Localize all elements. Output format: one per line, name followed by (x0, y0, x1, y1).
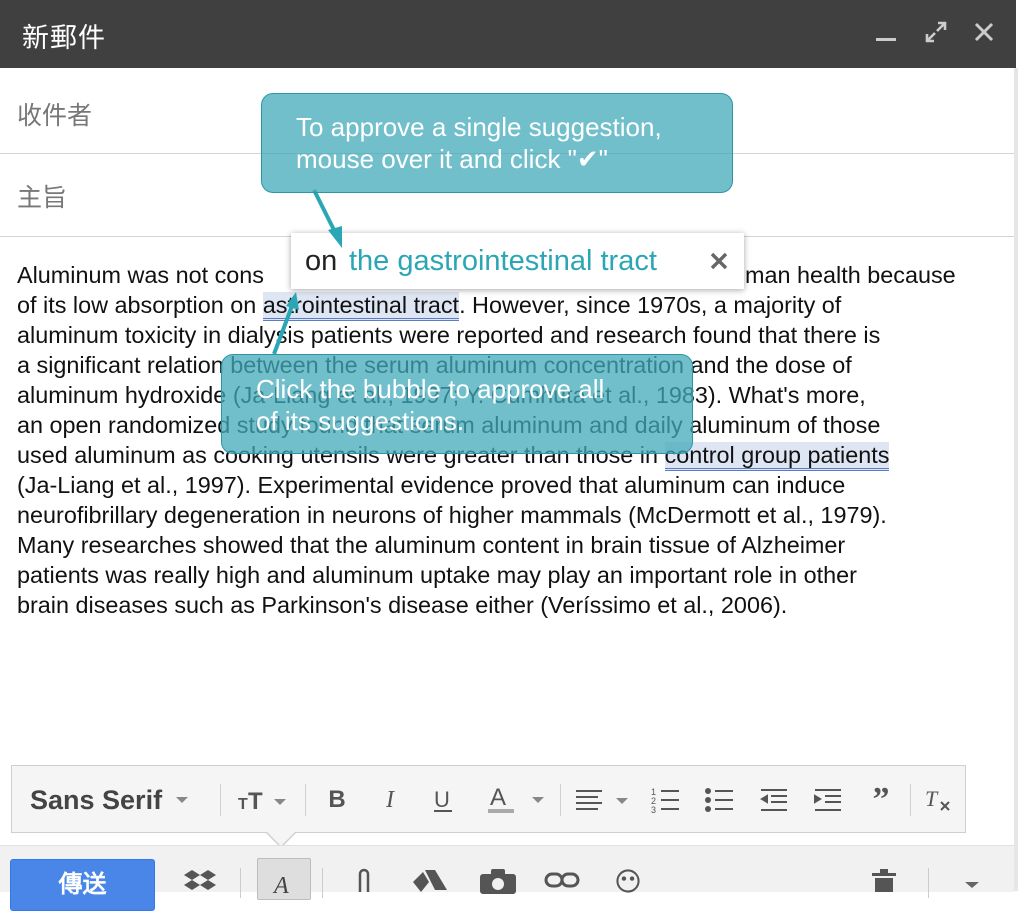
toolbar-pointer-fill (266, 831, 296, 846)
font-size-icon[interactable]: TT (230, 766, 294, 834)
bold-icon[interactable]: B (317, 766, 357, 834)
close-icon[interactable] (705, 233, 733, 289)
send-button[interactable]: 傳送 (10, 859, 155, 911)
photo-icon[interactable] (480, 868, 516, 898)
indent-more-icon[interactable] (802, 766, 854, 834)
underline-icon[interactable]: U (423, 766, 463, 834)
body-line: of its low absorption on astrointestinal… (17, 290, 997, 321)
link-icon[interactable] (544, 868, 580, 898)
remove-formatting-icon[interactable]: T (916, 766, 960, 834)
tooltip-approve-all: Click the bubble to approve all of its su… (221, 354, 693, 454)
window-frame (1014, 68, 1018, 891)
more-options-icon[interactable] (954, 868, 990, 898)
chevron-down-icon (176, 797, 189, 803)
formatting-toolbar: Sans Serif TT B I U A 123 ” T (11, 765, 966, 833)
svg-text:U: U (434, 787, 450, 812)
quote-icon[interactable]: ” (855, 766, 907, 834)
body-line: aluminum toxicity in dialysis patients w… (17, 322, 881, 348)
dropbox-icon[interactable] (182, 868, 218, 898)
tooltip-approve-single: To approve a single suggestion, mouse ove… (261, 93, 733, 193)
suggestion-prefix: on (305, 245, 338, 277)
svg-text:T: T (238, 796, 248, 813)
body-line: patients was really high and aluminum up… (17, 562, 857, 588)
svg-text:3: 3 (651, 805, 656, 814)
numbered-list-icon[interactable]: 123 (640, 766, 692, 834)
body-line: (Ja-Liang et al., 1997). Experimental ev… (17, 472, 846, 498)
suggestion-text[interactable]: the gastrointestinal tract (349, 233, 657, 289)
body-line: neurofibrillary degeneration in neurons … (17, 502, 887, 528)
subject-label: 主旨 (17, 183, 68, 212)
emoji-icon[interactable] (610, 868, 646, 898)
suggestion-highlight[interactable]: astrointestinal tract (262, 292, 460, 321)
drive-icon[interactable] (412, 868, 448, 898)
italic-icon[interactable]: I (370, 766, 410, 834)
svg-text:T: T (925, 786, 939, 811)
align-icon[interactable] (567, 766, 637, 834)
bulleted-list-icon[interactable] (694, 766, 746, 834)
compose-title-bar: 新郵件 (0, 0, 1016, 68)
to-label: 收件者 (17, 101, 93, 130)
indent-less-icon[interactable] (748, 766, 800, 834)
suggestion-bubble[interactable]: on the gastrointestinal tract (291, 233, 744, 289)
expand-icon[interactable] (918, 14, 954, 50)
minimize-icon[interactable] (868, 14, 904, 50)
close-icon[interactable] (966, 14, 1002, 50)
svg-text:A: A (490, 785, 506, 811)
attach-icon[interactable] (346, 868, 382, 898)
svg-text:T: T (248, 788, 263, 813)
compose-title: 新郵件 (22, 23, 106, 54)
formatting-icon[interactable]: A (257, 858, 311, 900)
text-color-icon[interactable]: A (478, 766, 554, 834)
suggestion-highlight[interactable]: control group patients (664, 442, 890, 471)
body-line: Many researches showed that the aluminum… (17, 532, 846, 558)
trash-icon[interactable] (866, 868, 902, 898)
font-family-select[interactable]: Sans Serif (20, 766, 220, 834)
body-line: brain diseases such as Parkinson's disea… (17, 592, 788, 618)
